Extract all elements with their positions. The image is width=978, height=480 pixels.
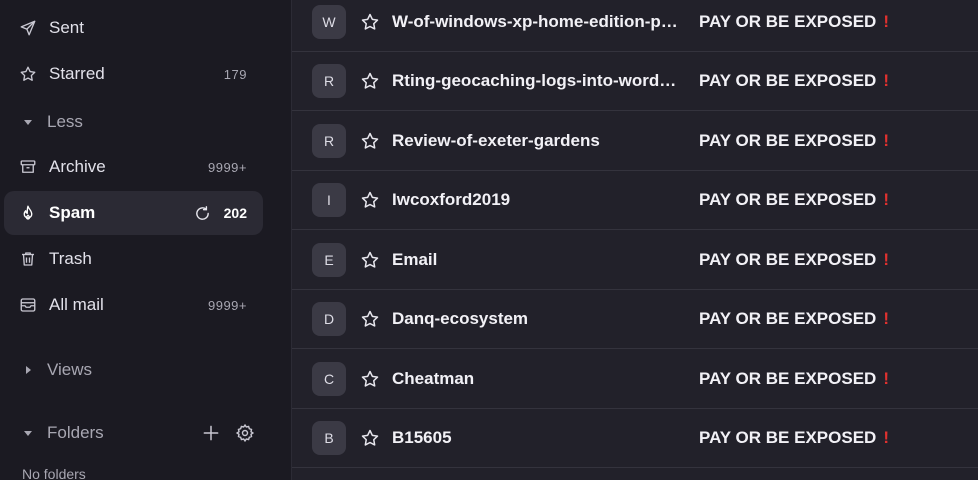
avatar: B	[312, 421, 346, 455]
subject: PAY OR BE EXPOSED	[699, 428, 877, 447]
subject: PAY OR BE EXPOSED	[699, 250, 877, 269]
less-label: Less	[47, 112, 83, 131]
message-row[interactable]: E Email PAY OR BE EXPOSED !	[292, 231, 978, 290]
sender-name: Review-of-exeter-gardens	[392, 131, 600, 150]
caret-right-icon	[20, 365, 36, 375]
sender-name: Iwcoxford2019	[392, 190, 511, 209]
sender-name: Email	[392, 250, 438, 269]
less-toggle[interactable]: Less	[4, 102, 263, 142]
unread-count: 9999+	[207, 159, 247, 175]
caret-down-icon	[20, 117, 36, 127]
message-row[interactable]: W W-of-windows-xp-home-edition-product-k…	[292, 0, 978, 52]
send-icon	[18, 18, 38, 38]
views-toggle[interactable]: Views	[4, 350, 263, 390]
alert-mark: !	[883, 250, 889, 269]
subject: PAY OR BE EXPOSED	[699, 369, 877, 388]
message-row[interactable]: R Rting-geocaching-logs-into-wordpress P…	[292, 52, 978, 111]
star-icon[interactable]	[359, 308, 381, 330]
avatar: E	[312, 243, 346, 277]
subject: PAY OR BE EXPOSED	[699, 131, 877, 150]
star-icon[interactable]	[359, 130, 381, 152]
star-icon[interactable]	[359, 427, 381, 449]
folders-toggle[interactable]: Folders	[4, 413, 263, 453]
message-row[interactable]: I Iwcoxford2019 PAY OR BE EXPOSED !	[292, 171, 978, 230]
alert-mark: !	[883, 190, 889, 209]
star-icon[interactable]	[359, 11, 381, 33]
archive-icon	[18, 157, 38, 177]
flame-icon	[18, 203, 38, 223]
sender-name: W-of-windows-xp-home-edition-product-key	[392, 12, 682, 31]
alert-mark: !	[883, 428, 889, 447]
star-icon[interactable]	[359, 368, 381, 390]
folder-tools	[201, 423, 255, 443]
star-icon[interactable]	[359, 70, 381, 92]
message-row[interactable]: D Danq-ecosystem PAY OR BE EXPOSED !	[292, 290, 978, 349]
sender-name: Cheatman	[392, 369, 475, 388]
trash-icon	[18, 249, 38, 269]
message-row[interactable]: B B15605 PAY OR BE EXPOSED !	[292, 409, 978, 468]
sidebar-item-label: Trash	[49, 249, 92, 268]
sidebar-item-trash[interactable]: Trash	[4, 237, 263, 281]
sidebar-item-spam[interactable]: Spam 202	[4, 191, 263, 235]
unread-count: 179	[223, 66, 247, 82]
avatar: R	[312, 124, 346, 158]
sender-name: Rting-geocaching-logs-into-wordpress	[392, 71, 682, 90]
alert-mark: !	[883, 71, 889, 90]
mail-app: Sent Starred 179 Less Archive 9999+ Spam…	[0, 0, 978, 480]
sidebar-item-label: Sent	[49, 18, 84, 37]
message-list: W W-of-windows-xp-home-edition-product-k…	[292, 0, 978, 480]
sidebar: Sent Starred 179 Less Archive 9999+ Spam…	[0, 0, 292, 480]
star-icon[interactable]	[359, 249, 381, 271]
alert-mark: !	[883, 309, 889, 328]
avatar: C	[312, 362, 346, 396]
alert-mark: !	[883, 12, 889, 31]
sidebar-item-starred[interactable]: Starred 179	[4, 52, 263, 96]
sender-name: B15605	[392, 428, 452, 447]
avatar: D	[312, 302, 346, 336]
subject: PAY OR BE EXPOSED	[699, 71, 877, 90]
alert-mark: !	[883, 369, 889, 388]
unread-count: 9999+	[207, 297, 247, 313]
gear-icon[interactable]	[235, 423, 255, 443]
message-row[interactable]: C Cheatman PAY OR BE EXPOSED !	[292, 350, 978, 409]
unread-count: 202	[223, 205, 247, 221]
star-icon[interactable]	[359, 189, 381, 211]
no-folders-text: No folders	[22, 466, 86, 480]
subject: PAY OR BE EXPOSED	[699, 12, 877, 31]
views-label: Views	[47, 360, 93, 379]
avatar: W	[312, 5, 346, 39]
sidebar-item-label: Starred	[49, 64, 105, 83]
sender-name: Danq-ecosystem	[392, 309, 529, 328]
sidebar-item-archive[interactable]: Archive 9999+	[4, 145, 263, 189]
subject: PAY OR BE EXPOSED	[699, 309, 877, 328]
star-icon	[18, 64, 38, 84]
subject: PAY OR BE EXPOSED	[699, 190, 877, 209]
inbox-icon	[18, 295, 38, 315]
sidebar-item-all-mail[interactable]: All mail 9999+	[4, 283, 263, 327]
sidebar-item-label: All mail	[49, 295, 104, 314]
refresh-icon[interactable]	[194, 204, 212, 222]
alert-mark: !	[883, 131, 889, 150]
avatar: I	[312, 183, 346, 217]
sidebar-item-sent[interactable]: Sent	[4, 6, 263, 50]
folders-label: Folders	[47, 423, 104, 442]
message-row[interactable]: R Review-of-exeter-gardens PAY OR BE EXP…	[292, 112, 978, 171]
sidebar-item-label: Archive	[49, 157, 106, 176]
avatar: R	[312, 64, 346, 98]
sidebar-item-label: Spam	[49, 203, 96, 222]
plus-icon[interactable]	[201, 423, 221, 443]
caret-down-icon	[20, 428, 36, 438]
